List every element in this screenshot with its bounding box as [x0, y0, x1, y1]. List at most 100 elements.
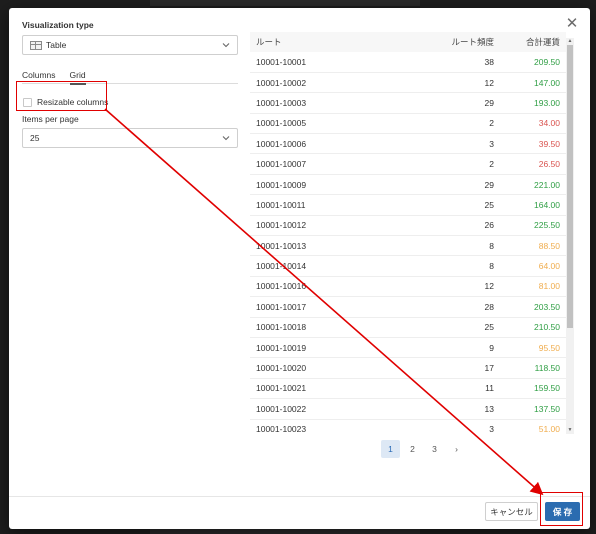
route-cell: 10001-10014: [250, 255, 440, 277]
page-3-button[interactable]: 3: [425, 440, 444, 458]
tab-columns[interactable]: Columns: [22, 70, 56, 83]
page-2-button[interactable]: 2: [403, 440, 422, 458]
route-cell: 10001-10003: [250, 92, 440, 114]
total-fare-cell: 225.50: [500, 215, 566, 237]
frequency-cell: 8: [440, 235, 500, 257]
route-cell: 10001-10011: [250, 194, 440, 216]
frequency-cell: 2: [440, 113, 500, 135]
table-body: 10001-10001 38 209.50 10001-10002 12 147.00 10…: [250, 52, 566, 432]
table-row: 10001-10016 12 81.00: [250, 276, 566, 298]
route-cell: 10001-10007: [250, 153, 440, 175]
route-cell: 10001-10012: [250, 215, 440, 237]
table-row: 10001-10011 25 164.00: [250, 194, 566, 216]
frequency-cell: 38: [440, 52, 500, 73]
route-cell: 10001-10023: [250, 419, 440, 432]
frequency-cell: 11: [440, 378, 500, 400]
table-row: 10001-10014 8 64.00: [250, 255, 566, 277]
total-fare-cell: 159.50: [500, 378, 566, 400]
table-row: 10001-10003 29 193.00: [250, 92, 566, 114]
items-per-page-select[interactable]: 25: [22, 128, 238, 148]
next-page-icon[interactable]: ›: [447, 440, 466, 458]
total-fare-cell: 210.50: [500, 317, 566, 338]
route-cell: 10001-10019: [250, 337, 440, 359]
frequency-cell: 25: [440, 194, 500, 216]
total-fare-cell: 209.50: [500, 52, 566, 73]
items-per-page-value: 25: [30, 133, 40, 143]
visualization-type-select[interactable]: Table: [22, 35, 238, 55]
page-1-button[interactable]: 1: [381, 440, 400, 458]
route-cell: 10001-10006: [250, 133, 440, 155]
route-cell: 10001-10016: [250, 276, 440, 298]
resizable-columns-checkbox[interactable]: [23, 97, 32, 107]
frequency-cell: 3: [440, 419, 500, 432]
frequency-cell: 26: [440, 215, 500, 237]
table-row: 10001-10007 2 26.50: [250, 153, 566, 175]
visualization-settings-dialog: ✕ Visualization type Table Columns Grid …: [9, 8, 590, 529]
table-row: 10001-10002 12 147.00: [250, 72, 566, 94]
total-fare-cell: 51.00: [500, 419, 566, 432]
tab-grid[interactable]: Grid: [69, 70, 86, 85]
frequency-cell: 25: [440, 317, 500, 338]
table-icon: [30, 40, 42, 50]
route-cell: 10001-10020: [250, 357, 440, 379]
resizable-columns-option[interactable]: Resizable columns: [22, 95, 238, 109]
column-header-total-fare[interactable]: 合計運賃: [500, 32, 566, 52]
total-fare-cell: 193.00: [500, 92, 566, 114]
frequency-cell: 12: [440, 72, 500, 94]
total-fare-cell: 34.00: [500, 113, 566, 135]
resizable-columns-label: Resizable columns: [37, 97, 109, 107]
total-fare-cell: 88.50: [500, 235, 566, 257]
table-row: 10001-10001 38 209.50: [250, 52, 566, 73]
table-row: 10001-10018 25 210.50: [250, 317, 566, 338]
scroll-down-arrow-icon[interactable]: ▼: [566, 427, 574, 434]
frequency-cell: 29: [440, 92, 500, 114]
table-row: 10001-10019 9 95.50: [250, 337, 566, 359]
table-row: 10001-10005 2 34.00: [250, 113, 566, 135]
route-cell: 10001-10021: [250, 378, 440, 400]
total-fare-cell: 221.00: [500, 174, 566, 196]
frequency-cell: 12: [440, 276, 500, 298]
total-fare-cell: 81.00: [500, 276, 566, 298]
route-cell: 10001-10002: [250, 72, 440, 94]
frequency-cell: 17: [440, 357, 500, 379]
frequency-cell: 28: [440, 296, 500, 318]
table-row: 10001-10021 11 159.50: [250, 378, 566, 400]
items-per-page-label: Items per page: [22, 114, 79, 124]
frequency-cell: 2: [440, 153, 500, 175]
route-cell: 10001-10013: [250, 235, 440, 257]
table-row: 10001-10012 26 225.50: [250, 215, 566, 237]
route-cell: 10001-10018: [250, 317, 440, 338]
column-header-frequency[interactable]: ルート頻度: [440, 32, 500, 52]
total-fare-cell: 147.00: [500, 72, 566, 94]
total-fare-cell: 164.00: [500, 194, 566, 216]
pagination: 1 2 3 ›: [381, 440, 466, 458]
cancel-button[interactable]: キャンセル: [485, 502, 538, 521]
total-fare-cell: 118.50: [500, 357, 566, 379]
scroll-up-arrow-icon[interactable]: ▲: [566, 38, 574, 45]
scrollbar-thumb[interactable]: [567, 45, 573, 328]
table-row: 10001-10006 3 39.50: [250, 133, 566, 155]
table-preview: ルート ルート頻度 合計運賃 10001-10001 38 209.50 10001-…: [250, 32, 575, 432]
visualization-type-value: Table: [46, 40, 67, 50]
total-fare-cell: 203.50: [500, 296, 566, 318]
table-header-row: ルート ルート頻度 合計運賃: [250, 32, 566, 52]
route-cell: 10001-10017: [250, 296, 440, 318]
route-cell: 10001-10001: [250, 52, 440, 73]
background-bar: [150, 529, 420, 534]
background-bar: [150, 0, 420, 6]
chevron-down-icon: [222, 136, 230, 141]
total-fare-cell: 26.50: [500, 153, 566, 175]
data-table: ルート ルート頻度 合計運賃 10001-10001 38 209.50 10001-…: [250, 32, 566, 432]
chevron-down-icon: [222, 43, 230, 48]
settings-panel: Visualization type Table Columns Grid Re…: [22, 20, 238, 148]
frequency-cell: 29: [440, 174, 500, 196]
settings-tabs: Columns Grid: [22, 70, 238, 85]
table-row: 10001-10023 3 51.00: [250, 419, 566, 432]
table-scrollbar[interactable]: ▲ ▼: [566, 38, 574, 434]
column-header-route[interactable]: ルート: [250, 32, 440, 52]
close-icon[interactable]: ✕: [565, 16, 579, 31]
total-fare-cell: 64.00: [500, 255, 566, 277]
total-fare-cell: 39.50: [500, 133, 566, 155]
table-row: 10001-10022 13 137.50: [250, 398, 566, 420]
save-button[interactable]: 保 存: [545, 502, 580, 521]
